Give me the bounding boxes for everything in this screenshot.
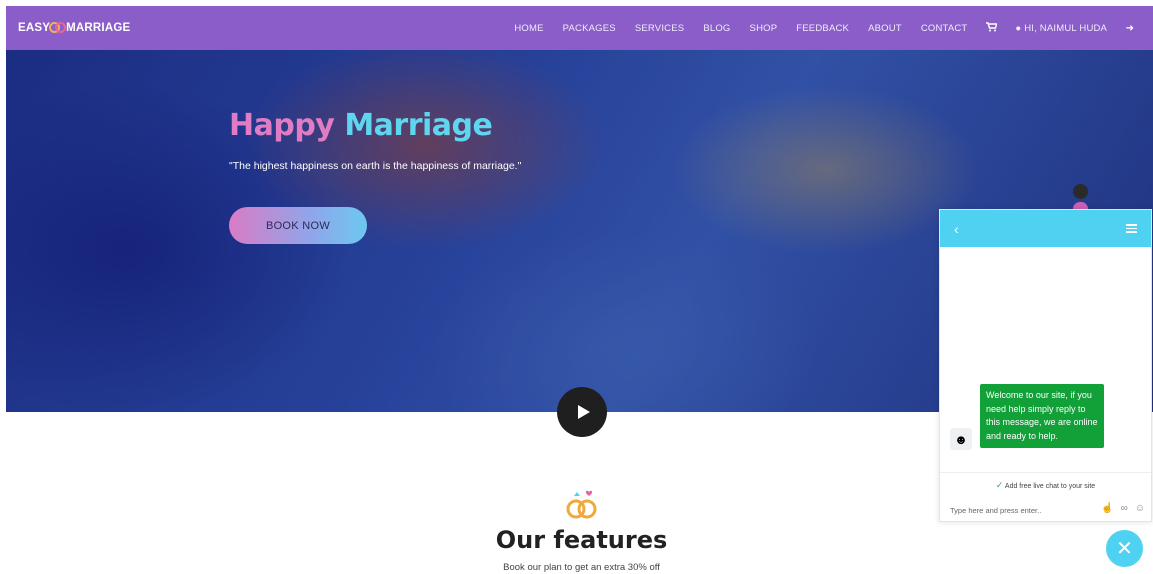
emoji-icon[interactable]: ☺ [1135,503,1145,514]
navbar: EASY MARRIAGE HOME PACKAGES SERVICES BLO… [6,6,1153,50]
slider-dot[interactable] [1073,184,1088,199]
chat-tools: ☝ ∞ ☺ [1101,503,1145,514]
chat-input[interactable]: Type here and press enter.. [950,506,1041,515]
main-nav: HOME PACKAGES SERVICES BLOG SHOP FEEDBAC… [505,21,1143,35]
chat-header: ‹ [940,210,1151,247]
nav-services[interactable]: SERVICES [635,23,684,34]
user-icon: ● [1015,22,1022,34]
nav-blog[interactable]: BLOG [703,23,730,34]
logout-icon[interactable]: ➜ [1126,23,1134,34]
hero-title-part2: Marriage [344,108,493,143]
nav-home[interactable]: HOME [514,23,543,34]
chat-promo-link[interactable]: ✓ Add free live chat to your site [940,480,1151,491]
chat-close-button[interactable]: ✕ [1106,530,1143,567]
thumbs-up-icon[interactable]: ☝ [1101,503,1113,514]
agent-avatar: ☻ [950,428,972,450]
nav-feedback[interactable]: FEEDBACK [796,23,849,34]
cart-icon[interactable] [985,21,998,35]
user-label: HI, NAIMUL HUDA [1024,22,1108,34]
chat-promo-text: Add free live chat to your site [1004,483,1096,490]
book-now-button[interactable]: BOOK NOW [229,207,367,244]
hero-quote: "The highest happiness on earth is the h… [229,160,522,172]
nav-about[interactable]: ABOUT [868,23,902,34]
attachment-icon[interactable]: ∞ [1121,503,1128,514]
hero-title-part1: Happy [229,108,335,143]
brand-logo[interactable]: EASY MARRIAGE [18,21,130,35]
nav-contact[interactable]: CONTACT [921,23,968,34]
user-menu[interactable]: ● HI, NAIMUL HUDA [1015,23,1107,34]
chevron-left-icon[interactable]: ‹ [954,221,959,237]
nav-packages[interactable]: PACKAGES [563,23,616,34]
leaf-icon: ✓ [995,480,1004,490]
features-title: Our features [495,526,668,554]
brand-text-right: MARRIAGE [66,22,131,34]
menu-icon[interactable] [1126,224,1137,233]
chat-divider [940,472,1151,473]
brand-text-left: EASY [18,22,51,34]
close-icon: ✕ [1116,538,1133,560]
page: EASY MARRIAGE HOME PACKAGES SERVICES BLO… [0,0,1153,574]
live-chat-widget: ‹ Welcome to our site, if you need help … [939,209,1152,522]
rings-icon [49,21,67,35]
features-subtitle: Book our plan to get an extra 30% off [503,562,660,573]
hero-title: Happy Marriage [229,108,493,143]
chat-message: Welcome to our site, if you need help si… [980,384,1104,448]
nav-shop[interactable]: SHOP [750,23,778,34]
wedding-rings-icon [566,490,597,519]
